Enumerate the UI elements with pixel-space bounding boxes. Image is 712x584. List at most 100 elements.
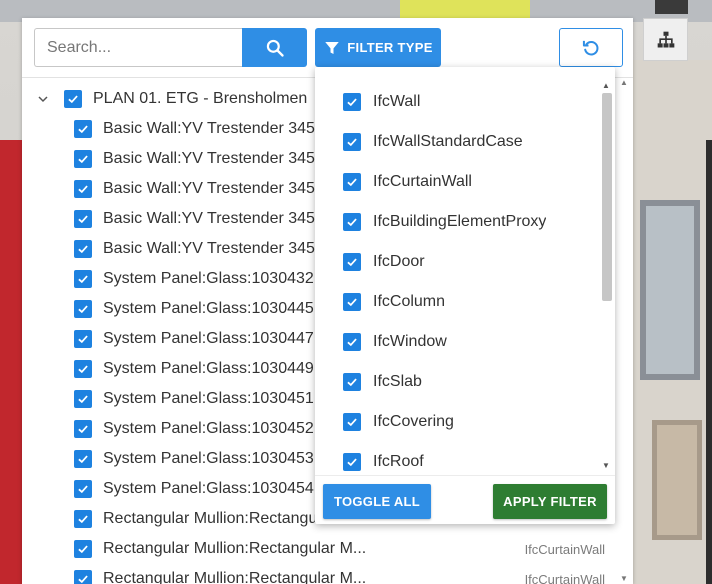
tree-item-checkbox[interactable] [74,450,92,468]
tree-item-checkbox[interactable] [74,570,92,584]
filter-type-label: IfcWallStandardCase [373,133,523,150]
check-icon [78,305,88,314]
tree-item-checkbox[interactable] [74,510,92,528]
tree-item-row[interactable]: Rectangular Mullion:Rectangular M... IfcC… [22,534,633,564]
filter-type-item[interactable]: IfcWall [343,87,420,117]
tree-item-checkbox[interactable] [74,480,92,498]
search-button[interactable] [242,28,307,67]
filter-type-item[interactable]: IfcCovering [343,407,454,437]
filter-type-label: IfcSlab [373,373,422,390]
filter-type-checkbox[interactable] [343,413,361,431]
hierarchy-button[interactable] [643,18,688,61]
filter-type-item[interactable]: IfcWindow [343,327,447,357]
tree-item-label: Basic Wall:YV Trestender 345 [103,150,315,167]
tree-item-checkbox[interactable] [74,120,92,138]
filter-list-scrollbar[interactable]: ▲ ▼ [600,81,612,473]
tree-item-checkbox[interactable] [74,270,92,288]
filter-type-item[interactable]: IfcDoor [343,247,425,277]
filter-type-checkbox[interactable] [343,453,361,471]
tree-item-checkbox[interactable] [74,330,92,348]
scroll-thumb[interactable] [602,93,612,301]
tree-item-label: System Panel:Glass:1030449 [103,360,314,377]
tree-item-label: Basic Wall:YV Trestender 345 [103,210,315,227]
filter-type-label: IfcWindow [373,333,447,350]
tree-item-label: Basic Wall:YV Trestender 345 [103,240,315,257]
check-icon [347,298,357,307]
tree-item-label: System Panel:Glass:1030453 [103,450,314,467]
tree-item-checkbox[interactable] [74,210,92,228]
check-icon [347,178,357,187]
viewport-top-control [655,0,688,14]
toggle-all-button[interactable]: TOGGLE ALL [323,484,431,519]
tree-item-label: Rectangular Mullion:Rectangular M... [103,540,367,557]
filter-type-label: IfcCurtainWall [373,173,472,190]
search-icon [266,39,284,57]
filter-dropdown-footer: TOGGLE ALL APPLY FILTER [315,475,615,524]
scroll-down-arrow[interactable]: ▼ [619,574,629,584]
scroll-up-arrow[interactable]: ▲ [619,78,629,88]
filter-type-checkbox[interactable] [343,373,361,391]
check-icon [78,515,88,524]
check-icon [347,138,357,147]
filter-type-label: IfcCovering [373,413,454,430]
tree-item-row[interactable]: Rectangular Mullion:Rectangular M... IfcC… [22,564,633,584]
viewport-window-frame [640,200,700,380]
filter-type-checkbox[interactable] [343,293,361,311]
filter-type-dropdown: IfcWall IfcWallStandardCase IfcCurtainWall… [315,67,615,524]
filter-type-item[interactable]: IfcWallStandardCase [343,127,523,157]
filter-type-item[interactable]: IfcColumn [343,287,445,317]
check-icon [78,185,88,194]
check-icon [347,378,357,387]
check-icon [78,215,88,224]
tree-item-label: System Panel:Glass:1030451 [103,390,314,407]
tree-item-checkbox[interactable] [74,360,92,378]
tree-item-label: System Panel:Glass:1030432 [103,270,314,287]
tree-item-checkbox[interactable] [74,240,92,258]
filter-type-checkbox[interactable] [343,93,361,111]
filter-type-item[interactable]: IfcCurtainWall [343,167,472,197]
tree-item-checkbox[interactable] [74,420,92,438]
filter-type-label: IfcDoor [373,253,425,270]
tree-item-checkbox[interactable] [74,390,92,408]
scroll-up-arrow[interactable]: ▲ [601,81,611,91]
filter-type-item[interactable]: IfcRoof [343,447,424,475]
filter-type-list: IfcWall IfcWallStandardCase IfcCurtainWall… [315,67,615,475]
tree-scrollbar[interactable]: ▲ ▼ [618,78,629,584]
check-icon [68,95,78,104]
check-icon [78,365,88,374]
check-icon [78,155,88,164]
tree-item-label: Basic Wall:YV Trestender 345 [103,180,315,197]
filter-type-checkbox[interactable] [343,333,361,351]
check-icon [347,338,357,347]
tree-item-type: IfcCurtainWall [524,541,605,557]
check-icon [78,575,88,584]
expand-toggle[interactable] [34,90,52,108]
viewport-door-frame [652,420,702,540]
tree-item-label: System Panel:Glass:1030454 [103,480,314,497]
tree-item-checkbox[interactable] [74,300,92,318]
filter-type-checkbox[interactable] [343,253,361,271]
filter-type-checkbox[interactable] [343,173,361,191]
filter-type-button[interactable]: FILTER TYPE [315,28,441,67]
scroll-down-arrow[interactable]: ▼ [601,461,611,471]
filter-type-label: FILTER TYPE [347,40,433,55]
tree-item-checkbox[interactable] [74,180,92,198]
filter-type-checkbox[interactable] [343,213,361,231]
tree-root-checkbox[interactable] [64,90,82,108]
tree-item-checkbox[interactable] [74,540,92,558]
viewport-red-wall [0,140,24,584]
filter-type-item[interactable]: IfcBuildingElementProxy [343,207,546,237]
filter-type-checkbox[interactable] [343,133,361,151]
search-input[interactable] [34,28,244,67]
check-icon [347,418,357,427]
tree-item-label: System Panel:Glass:1030445 [103,300,314,317]
reset-button[interactable] [559,28,623,67]
filter-type-label: IfcBuildingElementProxy [373,213,547,230]
apply-filter-button[interactable]: APPLY FILTER [493,484,607,519]
check-icon [78,425,88,434]
check-icon [78,485,88,494]
tree-item-label: Basic Wall:YV Trestender 345 [103,120,315,137]
filter-type-item[interactable]: IfcSlab [343,367,422,397]
check-icon [78,125,88,134]
tree-item-checkbox[interactable] [74,150,92,168]
